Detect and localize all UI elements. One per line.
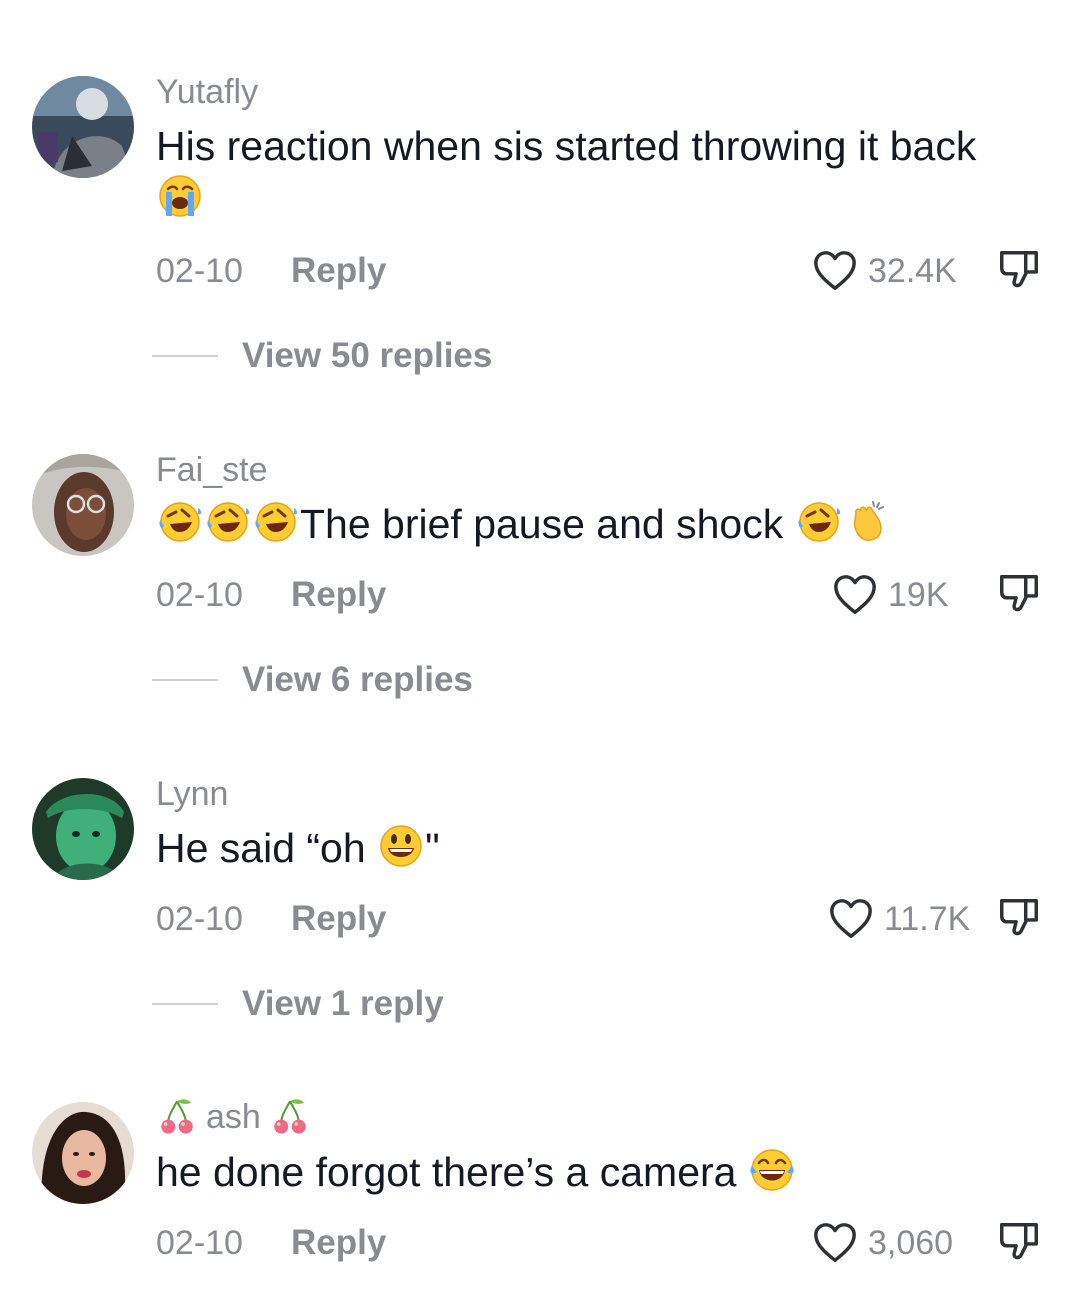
view-replies-button[interactable]: View 50 replies — [152, 336, 492, 376]
reply-button[interactable]: Reply — [291, 575, 386, 615]
like-count: 32.4K — [868, 252, 957, 290]
like-count: 19K — [888, 576, 949, 614]
avatar[interactable] — [32, 778, 134, 880]
comment-text: He said “oh " — [156, 822, 1046, 874]
comment-date: 02-10 — [156, 252, 243, 290]
like-count: 11.7K — [884, 900, 971, 938]
like-button[interactable]: 19K — [832, 572, 949, 618]
divider — [152, 1003, 218, 1005]
comment-username[interactable]: Lynn — [156, 774, 228, 814]
rolling-on-floor-laughing-emoji — [795, 498, 843, 546]
comment-body: The brief pause and shock — [300, 501, 784, 547]
divider — [152, 355, 218, 357]
thumbs-down-outline-icon[interactable] — [996, 1219, 1042, 1265]
like-button[interactable]: 11.7K — [828, 896, 970, 942]
heart-outline-icon — [812, 1220, 858, 1266]
heart-outline-icon — [832, 572, 878, 618]
comment-body: he done forgot there’s a camera — [156, 1149, 737, 1195]
view-replies-label: View 1 reply — [242, 984, 444, 1023]
comment-text: he done forgot there’s a camera — [156, 1146, 1046, 1198]
like-button[interactable]: 3,060 — [812, 1220, 953, 1266]
loudly-crying-face-emoji — [156, 172, 204, 220]
comment-text: His reaction when sis started throwing i… — [156, 120, 1046, 224]
rolling-on-floor-laughing-emoji — [204, 498, 252, 546]
comment-username[interactable]: ash — [156, 1096, 311, 1138]
like-button[interactable]: 32.4K — [812, 248, 957, 294]
grinning-face-big-eyes-emoji — [377, 822, 425, 870]
comment-date: 02-10 — [156, 576, 243, 614]
comment-date: 02-10 — [156, 1224, 243, 1262]
heart-outline-icon — [828, 896, 874, 942]
comment-body-end: " — [425, 825, 440, 871]
thumbs-down-outline-icon[interactable] — [996, 571, 1042, 617]
reply-button[interactable]: Reply — [291, 251, 386, 291]
comment-username[interactable]: Yutafly — [156, 72, 258, 112]
thumbs-down-outline-icon[interactable] — [996, 247, 1042, 293]
comment-text: The brief pause and shock — [156, 498, 1046, 550]
username-text: ash — [206, 1098, 261, 1136]
cherries-icon — [156, 1096, 198, 1138]
thumbs-down-outline-icon[interactable] — [996, 895, 1042, 941]
reply-button[interactable]: Reply — [291, 1223, 386, 1263]
view-replies-label: View 6 replies — [242, 660, 473, 699]
clapping-hands-emoji — [843, 498, 891, 546]
comment-username[interactable]: Fai_ste — [156, 450, 268, 490]
rolling-on-floor-laughing-emoji — [156, 498, 204, 546]
reply-button[interactable]: Reply — [291, 899, 386, 939]
avatar[interactable] — [32, 76, 134, 178]
comment-body: He said “oh — [156, 825, 366, 871]
divider — [152, 679, 218, 681]
view-replies-button[interactable]: View 1 reply — [152, 984, 444, 1024]
face-with-tears-of-joy-emoji — [748, 1146, 796, 1194]
cherries-icon — [269, 1096, 311, 1138]
avatar[interactable] — [32, 1102, 134, 1204]
view-replies-label: View 50 replies — [242, 336, 493, 375]
comment-date: 02-10 — [156, 900, 243, 938]
rolling-on-floor-laughing-emoji — [252, 498, 300, 546]
heart-outline-icon — [812, 248, 858, 294]
view-replies-button[interactable]: View 6 replies — [152, 660, 473, 700]
like-count: 3,060 — [868, 1224, 954, 1262]
avatar[interactable] — [32, 454, 134, 556]
comment-body: His reaction when sis started throwing i… — [156, 123, 977, 169]
